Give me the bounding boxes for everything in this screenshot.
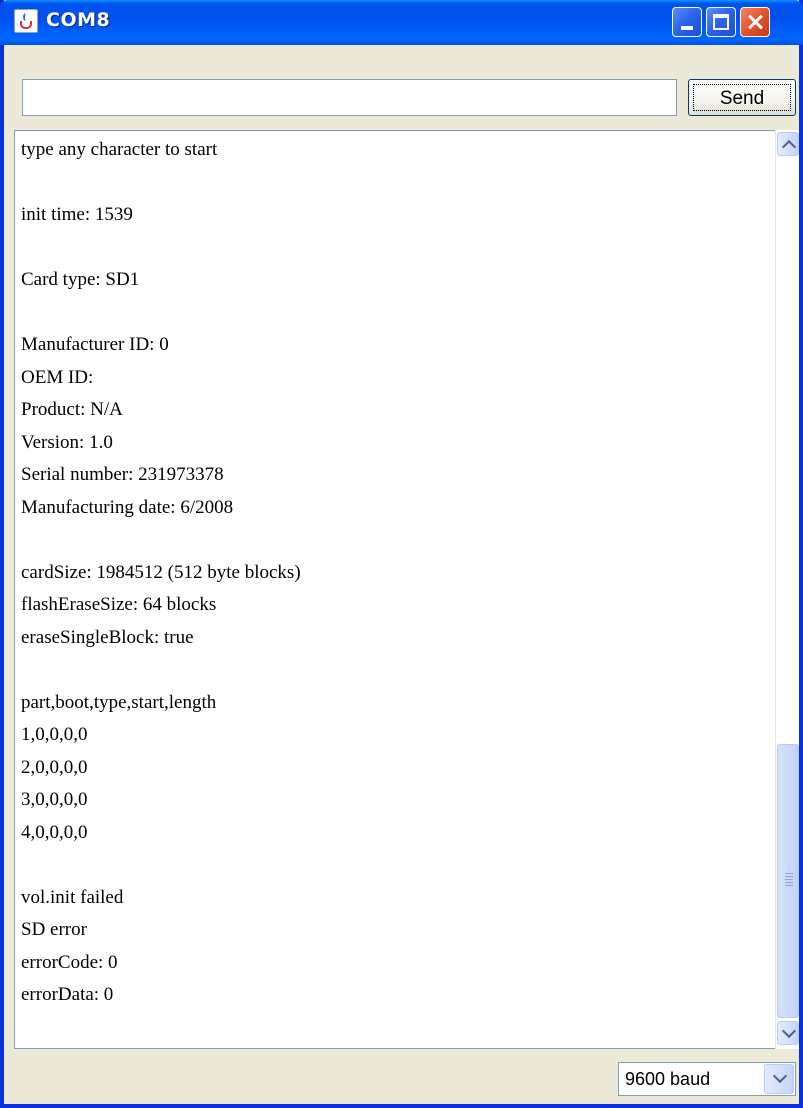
console-line: SD error <box>21 919 87 940</box>
console-line: eraseSingleBlock: true <box>21 626 194 648</box>
console-line: Card type: SD1 <box>21 269 140 290</box>
console-line: 2,0,0,0,0 <box>21 756 88 778</box>
console-line: part,boot,type,start,length <box>21 691 217 713</box>
console-line: type any character to start <box>21 139 218 160</box>
serial-input[interactable] <box>22 79 677 116</box>
console-line: Product: N/A <box>21 399 123 420</box>
chevron-up-icon <box>781 139 797 155</box>
baud-rate-select[interactable]: 9600 baud <box>618 1062 796 1096</box>
console-line: cardSize: 1984512 (512 byte blocks) <box>21 561 301 583</box>
minimize-icon <box>681 26 693 30</box>
console-line: 4,0,0,0,0 <box>21 821 88 843</box>
scroll-down-button[interactable] <box>777 1021 799 1045</box>
scroll-thumb[interactable] <box>777 744 799 1018</box>
window-title: COM8 <box>46 9 111 31</box>
send-button-label: Send <box>719 87 765 109</box>
baud-rate-value: 9600 baud <box>625 1069 711 1089</box>
minimize-button[interactable] <box>672 7 702 37</box>
console-line: OEM ID: <box>21 366 94 388</box>
vertical-scrollbar[interactable] <box>775 130 799 1049</box>
console-line: flashEraseSize: 64 blocks <box>21 594 217 615</box>
console-line: errorData: 0 <box>21 984 114 1005</box>
close-button[interactable] <box>740 7 770 37</box>
chevron-down-icon <box>772 1068 788 1084</box>
serial-output[interactable]: type any character to start init time: 15… <box>14 130 775 1049</box>
scroll-up-button[interactable] <box>777 132 799 156</box>
console-line: 3,0,0,0,0 <box>21 789 88 810</box>
maximize-icon <box>713 14 729 30</box>
baud-dropdown-button[interactable] <box>764 1064 794 1094</box>
console-line: 1,0,0,0,0 <box>21 724 88 745</box>
console-line: init time: 1539 <box>21 204 133 225</box>
console-line: errorCode: 0 <box>21 951 118 973</box>
java-cup-icon <box>14 9 38 33</box>
console-line: Serial number: 231973378 <box>21 464 224 485</box>
console-line: Manufacturing date: 6/2008 <box>21 496 234 518</box>
maximize-button[interactable] <box>706 7 736 37</box>
console-line: Manufacturer ID: 0 <box>21 334 169 355</box>
console-line: vol.init failed <box>21 886 124 908</box>
close-icon <box>741 8 769 36</box>
serial-monitor-window: COM8 Send type any character to start ini… <box>0 0 803 1108</box>
status-bar: 9600 baud <box>4 1049 799 1104</box>
send-button[interactable]: Send <box>688 79 796 116</box>
title-bar[interactable]: COM8 <box>0 0 803 45</box>
console-line: Version: 1.0 <box>21 431 113 453</box>
chevron-down-icon <box>781 1023 797 1039</box>
